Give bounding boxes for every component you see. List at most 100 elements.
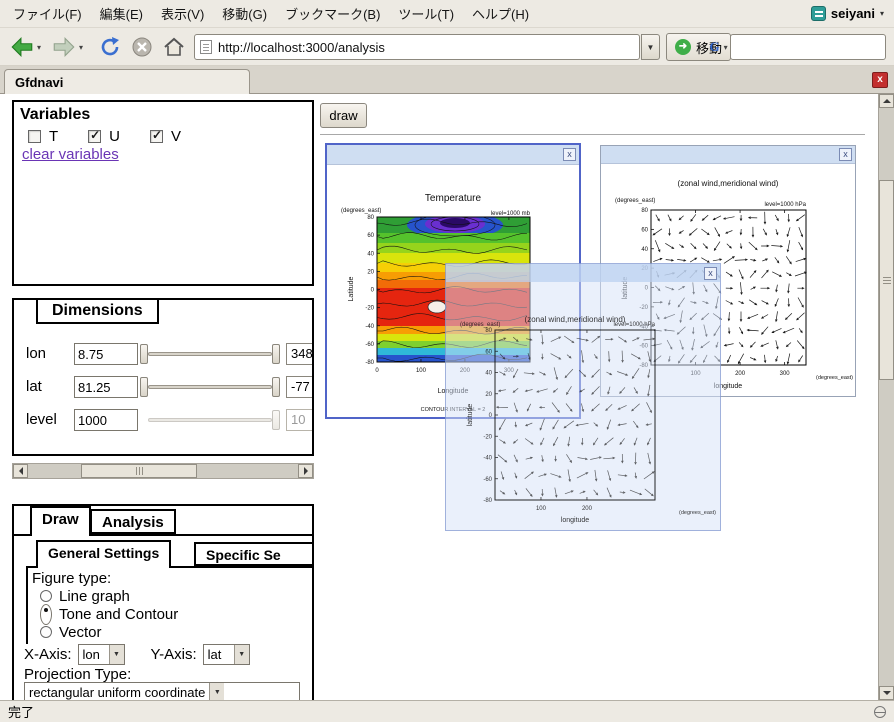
close-window-icon[interactable]: x (563, 148, 576, 161)
vector-arrow (607, 420, 611, 430)
scroll-left-button[interactable] (13, 464, 28, 478)
vector-arrow (796, 258, 806, 261)
plot-frame (495, 330, 655, 500)
vector-arrow (498, 455, 507, 462)
vector-arrow (577, 338, 589, 341)
vector-arrow (551, 354, 561, 360)
vector-arrow (565, 369, 573, 378)
checkbox-V[interactable] (150, 130, 163, 143)
menu-edit[interactable]: 編集(E) (91, 0, 152, 28)
chevron-down-icon: ▼ (209, 683, 224, 700)
tab-analysis[interactable]: Analysis (90, 509, 176, 534)
input-method-indicator[interactable]: seiyani ▾ (811, 6, 894, 21)
menu-view[interactable]: 表示(V) (152, 0, 213, 28)
vector-arrow (703, 244, 708, 249)
vector-arrow (646, 424, 652, 426)
projection-type-select[interactable]: rectangular uniform coordinate ▼ (24, 682, 300, 700)
vector-arrow (635, 473, 637, 479)
lat-end-value[interactable]: -77 (286, 376, 314, 398)
vector-arrow (618, 424, 627, 426)
scroll-down-button[interactable] (879, 686, 894, 700)
vector-arrow (726, 272, 732, 276)
menu-help[interactable]: ヘルプ(H) (463, 0, 538, 28)
x-axis-unit: (degrees_east) (679, 510, 716, 516)
url-input[interactable] (218, 40, 634, 55)
url-history-dropdown[interactable]: ▼ (641, 34, 660, 60)
plot-window-titlebar[interactable]: x (601, 146, 855, 164)
search-input[interactable] (731, 40, 894, 55)
close-tab-button[interactable]: x (872, 72, 888, 88)
horizontal-scroll-thumb[interactable] (81, 464, 197, 478)
tick-label: 20 (367, 269, 374, 275)
level-value-input[interactable] (74, 409, 138, 431)
lon-slider-handle-max[interactable] (272, 344, 280, 364)
close-window-icon[interactable]: x (704, 267, 717, 280)
y-axis-select[interactable]: lat ▼ (203, 644, 250, 665)
address-bar[interactable] (194, 34, 640, 60)
lon-slider[interactable] (148, 352, 272, 356)
menu-tools[interactable]: ツール(T) (389, 0, 463, 28)
vector-arrow (764, 212, 766, 224)
tick-label: 20 (485, 392, 492, 398)
vertical-scrollbar[interactable] (878, 94, 894, 700)
radio-line-graph[interactable] (40, 590, 52, 602)
scroll-right-button[interactable] (298, 464, 313, 478)
close-window-icon[interactable]: x (839, 148, 852, 161)
forward-button[interactable]: ▾ (48, 33, 86, 61)
home-button[interactable] (160, 33, 188, 61)
level-slider-handle (272, 410, 280, 430)
go-button[interactable]: ➜ 移動 (666, 33, 731, 61)
menu-file[interactable]: ファイル(F) (4, 0, 91, 28)
vector-arrow (632, 338, 639, 341)
x-axis-title: longitude (561, 517, 590, 524)
lon-end-value[interactable]: 348 (286, 343, 314, 365)
lat-slider[interactable] (148, 385, 272, 389)
menu-bookmarks[interactable]: ブックマーク(B) (276, 0, 389, 28)
vector-arrow (579, 370, 586, 376)
radio-tone-and-contour[interactable] (40, 604, 52, 625)
tab-gfdnavi[interactable]: Gfdnavi (4, 69, 250, 94)
tick-label: 40 (485, 371, 492, 377)
tab-general-settings[interactable]: General Settings (36, 540, 171, 568)
draw-button[interactable]: draw (320, 103, 367, 128)
vector-arrow (795, 272, 806, 276)
tab-specific-settings[interactable]: Specific Se (194, 542, 314, 566)
clear-variables-link[interactable]: clear variables (22, 146, 119, 163)
vector-arrow (632, 368, 639, 378)
lat-value-input[interactable] (74, 376, 138, 398)
plot-window-titlebar[interactable]: x (327, 145, 579, 165)
menu-go[interactable]: 移動(G) (213, 0, 276, 28)
search-bar[interactable]: G ▾ (730, 34, 886, 60)
lon-value-input[interactable] (74, 343, 138, 365)
vector-arrow (499, 419, 505, 430)
tick-label: 300 (780, 371, 791, 377)
tick-label: 60 (641, 227, 648, 233)
lat-slider-handle-max[interactable] (272, 377, 280, 397)
axis-selectors: X-Axis: lon ▼ Y-Axis: lat ▼ (24, 644, 250, 665)
vector-arrow (608, 470, 611, 480)
vector-arrow (526, 488, 532, 496)
lat-slider-handle-min[interactable] (140, 377, 148, 397)
tab-draw[interactable]: Draw (30, 506, 91, 536)
dimension-row-lon: lon 348 (14, 343, 312, 367)
checkbox-U[interactable] (88, 130, 101, 143)
page-icon (200, 40, 212, 54)
vector-arrow (776, 229, 778, 235)
radio-vector[interactable] (40, 626, 52, 638)
vector-arrow (644, 338, 655, 340)
vertical-scroll-thumb[interactable] (879, 180, 894, 380)
dimensions-panel: Dimensions lon 348 lat -77 level (12, 298, 314, 456)
back-button[interactable]: ▾ (6, 33, 44, 61)
vector-field (497, 335, 655, 498)
stop-button[interactable] (128, 33, 156, 61)
reload-button[interactable] (96, 33, 124, 61)
checkbox-T[interactable] (28, 130, 41, 143)
scroll-up-button[interactable] (879, 94, 894, 108)
dimension-label: lon (26, 345, 46, 362)
lon-slider-handle-min[interactable] (140, 344, 148, 364)
plot-window-titlebar[interactable]: x (446, 264, 720, 282)
vector-arrow (622, 351, 624, 363)
horizontal-scrollbar[interactable] (12, 463, 314, 479)
plot-title: (zonal wind,meridional wind) (525, 315, 626, 324)
x-axis-select[interactable]: lon ▼ (78, 644, 125, 665)
